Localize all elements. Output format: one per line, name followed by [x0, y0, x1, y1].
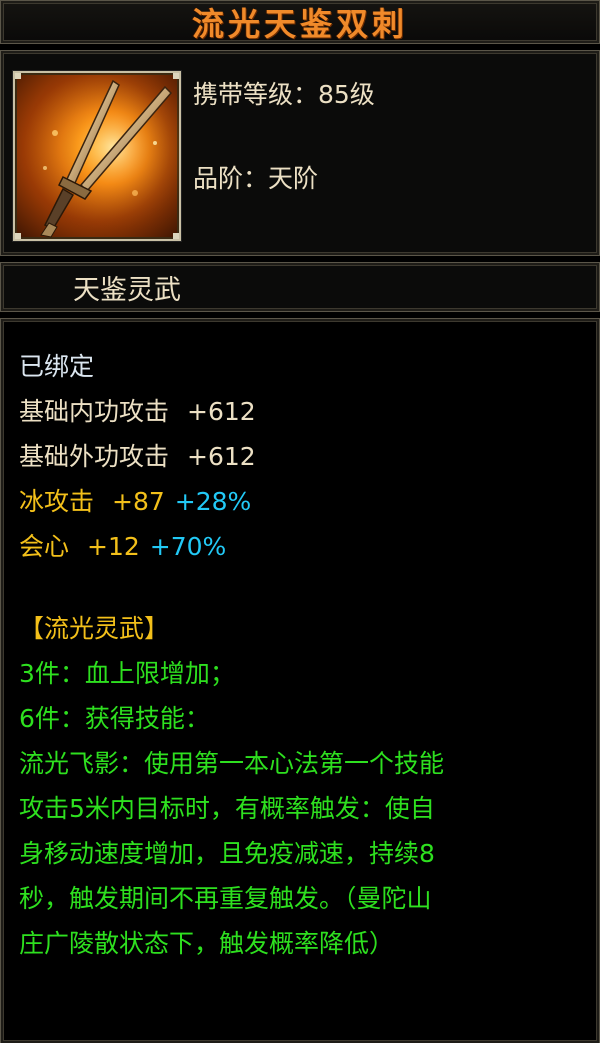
frame-corner — [15, 233, 21, 239]
set-desc-line: 流光飞影：使用第一本心法第一个技能 — [19, 749, 445, 778]
dual-dagger-weapon-icon — [13, 71, 181, 241]
item-icon-frame[interactable] — [13, 71, 181, 291]
frame-corner — [173, 73, 179, 79]
set-desc-line: 身移动速度增加，且免疫减速，持续8 — [19, 839, 435, 868]
item-name: 流光天鉴双刺 — [191, 5, 408, 43]
stat-crit: 会心 +12 +70% — [19, 527, 226, 563]
stat-ice-attack: 冰攻击 +87 +28% — [19, 482, 251, 518]
item-tooltip: 流光天鉴双刺 携带等级：85级 品阶：天阶 天鉴灵武 已绑定 基础内功攻击 +6… — [0, 0, 600, 1043]
set-bonus-3: 3件：血上限增加； — [19, 659, 235, 688]
stat-value: +87 — [112, 487, 165, 516]
item-header: 携带等级：85级 品阶：天阶 — [0, 50, 600, 256]
stat-outer-attack: 基础外功攻击 +612 — [19, 437, 256, 473]
set-desc-line: 秒，触发期间不再重复触发。（曼陀山 — [19, 884, 432, 913]
stat-value: +12 — [87, 532, 140, 561]
stat-bonus: +70% — [149, 532, 227, 561]
stat-inner-attack: 基础内功攻击 +612 — [19, 392, 256, 428]
stat-label: 基础内功攻击 — [19, 397, 170, 426]
title-bar: 流光天鉴双刺 — [0, 0, 600, 44]
stat-value: +612 — [187, 442, 256, 471]
frame-corner — [15, 73, 21, 79]
carry-level: 携带等级：85级 — [193, 80, 375, 109]
bound-status: 已绑定 — [19, 352, 95, 381]
set-title: 【流光灵武】 — [19, 614, 170, 643]
category-bar: 天鉴灵武 — [0, 262, 600, 312]
set-desc-line: 庄广陵散状态下，触发概率降低） — [19, 929, 395, 958]
item-details: 已绑定 基础内功攻击 +612 基础外功攻击 +612 冰攻击 +87 +28% 会心 +… — [0, 318, 600, 1043]
stat-label: 会心 — [19, 532, 70, 561]
stat-bonus: +28% — [174, 487, 252, 516]
stat-label: 基础外功攻击 — [19, 442, 170, 471]
dagger-art — [15, 73, 179, 239]
frame-corner — [173, 233, 179, 239]
item-category: 天鉴灵武 — [73, 274, 181, 306]
item-grade: 品阶：天阶 — [193, 164, 319, 193]
stat-label: 冰攻击 — [19, 487, 95, 516]
stat-value: +612 — [187, 397, 256, 426]
set-desc-line: 攻击5米内目标时，有概率触发：使自 — [19, 794, 435, 823]
set-bonus-6: 6件：获得技能： — [19, 704, 210, 733]
